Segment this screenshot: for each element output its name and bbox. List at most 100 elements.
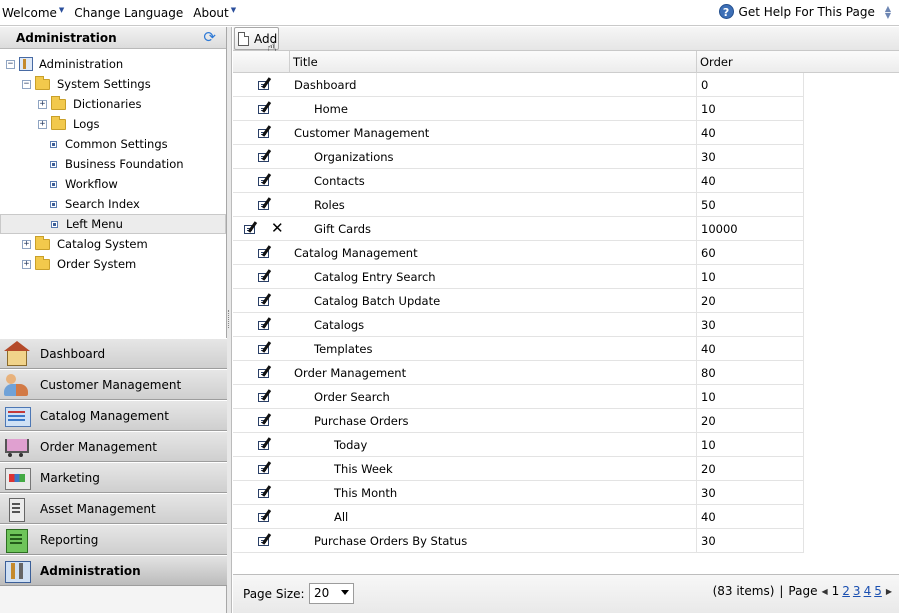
expand-toggle-icon[interactable]: + bbox=[38, 119, 47, 129]
edit-icon[interactable] bbox=[258, 461, 272, 475]
edit-icon[interactable] bbox=[258, 509, 272, 523]
tree-item-catalog-system[interactable]: + Catalog System bbox=[0, 234, 226, 254]
tree-item-search-index[interactable]: Search Index bbox=[0, 194, 226, 214]
nav-reporting[interactable]: Reporting bbox=[0, 524, 227, 555]
nav-label: Customer Management bbox=[40, 377, 182, 392]
edit-icon[interactable] bbox=[258, 533, 272, 547]
cell-divider bbox=[803, 409, 804, 433]
tree-item-administration[interactable]: − Administration bbox=[0, 54, 226, 74]
tree-item-logs[interactable]: + Logs bbox=[0, 114, 226, 134]
edit-icon[interactable] bbox=[258, 437, 272, 451]
table-row: ✕ Gift Cards 10000 bbox=[233, 217, 804, 241]
nav-label: Administration bbox=[40, 563, 141, 578]
edit-icon[interactable] bbox=[258, 293, 272, 307]
settings-node-icon bbox=[51, 220, 58, 228]
collapse-toggle-icon[interactable]: − bbox=[6, 59, 15, 69]
tree-item-system-settings[interactable]: − System Settings bbox=[0, 74, 226, 94]
settings-tree: − Administration − System Settings + Dictiona… bbox=[0, 49, 226, 365]
edit-icon[interactable] bbox=[258, 125, 272, 139]
edit-icon[interactable] bbox=[258, 197, 272, 211]
next-page-icon[interactable]: ▶ bbox=[886, 587, 892, 596]
help-link[interactable]: ? Get Help For This Page ▲ ▼ bbox=[718, 4, 891, 19]
page-link[interactable]: 3 bbox=[853, 584, 861, 598]
cell-divider bbox=[696, 433, 697, 457]
menu-about[interactable]: About ▼ bbox=[193, 6, 236, 20]
cart-icon bbox=[3, 434, 31, 460]
page-size-select[interactable]: 20 bbox=[309, 583, 354, 604]
cell-divider bbox=[696, 313, 697, 337]
nav-order-management[interactable]: Order Management bbox=[0, 431, 227, 462]
delete-icon[interactable]: ✕ bbox=[271, 221, 284, 236]
page-link[interactable]: 5 bbox=[874, 584, 882, 598]
edit-icon[interactable] bbox=[258, 245, 272, 259]
page-link[interactable]: 4 bbox=[864, 584, 872, 598]
nav-label: Marketing bbox=[40, 470, 100, 485]
edit-icon[interactable] bbox=[258, 173, 272, 187]
expand-toggle-icon[interactable]: + bbox=[22, 259, 31, 269]
edit-icon[interactable] bbox=[244, 221, 258, 235]
menu-change-language[interactable]: Change Language bbox=[74, 6, 183, 20]
cell-divider bbox=[803, 313, 804, 337]
refresh-icon[interactable]: ⟳ bbox=[203, 30, 216, 45]
edit-icon[interactable] bbox=[258, 413, 272, 427]
nav-asset-management[interactable]: Asset Management bbox=[0, 493, 227, 524]
row-title: Roles bbox=[314, 198, 345, 212]
panel-splitter[interactable] bbox=[227, 27, 232, 613]
edit-icon[interactable] bbox=[258, 389, 272, 403]
edit-icon[interactable] bbox=[258, 77, 272, 91]
row-order: 40 bbox=[701, 126, 716, 140]
edit-icon[interactable] bbox=[258, 101, 272, 115]
cell-divider bbox=[696, 169, 697, 193]
tree-item-label: Order System bbox=[57, 257, 137, 271]
collapse-toggle-icon[interactable]: ▲ ▼ bbox=[885, 4, 891, 19]
expand-toggle-icon[interactable]: + bbox=[38, 99, 47, 109]
row-title: Purchase Orders By Status bbox=[314, 534, 468, 548]
row-title: Order Search bbox=[314, 390, 390, 404]
edit-icon[interactable] bbox=[258, 317, 272, 331]
people-icon bbox=[3, 372, 31, 398]
cell-divider bbox=[696, 193, 697, 217]
page-link[interactable]: 2 bbox=[842, 584, 850, 598]
tree-item-workflow[interactable]: Workflow bbox=[0, 174, 226, 194]
row-order: 40 bbox=[701, 510, 716, 524]
row-title: Catalog Batch Update bbox=[314, 294, 441, 308]
edit-icon[interactable] bbox=[258, 341, 272, 355]
row-title: Catalog Entry Search bbox=[314, 270, 436, 284]
nav-marketing[interactable]: Marketing bbox=[0, 462, 227, 493]
nav-catalog-management[interactable]: Catalog Management bbox=[0, 400, 227, 431]
nav-dashboard[interactable]: Dashboard bbox=[0, 338, 227, 369]
settings-node-icon bbox=[50, 160, 57, 168]
row-title: Catalog Management bbox=[294, 246, 418, 260]
prev-page-icon[interactable]: ◀ bbox=[821, 587, 827, 596]
tree-item-business-foundation[interactable]: Business Foundation bbox=[0, 154, 226, 174]
asset-icon bbox=[3, 496, 31, 522]
cell-divider bbox=[803, 169, 804, 193]
tree-item-left-menu[interactable]: Left Menu bbox=[0, 214, 226, 234]
edit-icon[interactable] bbox=[258, 485, 272, 499]
menu-welcome[interactable]: Welcome ▼ bbox=[2, 6, 64, 20]
column-header-title[interactable]: Title bbox=[293, 55, 318, 69]
tree-item-order-system[interactable]: + Order System bbox=[0, 254, 226, 274]
row-order: 10 bbox=[701, 438, 716, 452]
page-size-label: Page Size: bbox=[243, 587, 305, 601]
cell-divider bbox=[696, 241, 697, 265]
nav-customer-management[interactable]: Customer Management bbox=[0, 369, 227, 400]
sidebar-header: Administration ⟳ bbox=[0, 27, 226, 49]
top-menu: Welcome ▼ Change Language About ▼ bbox=[2, 6, 246, 20]
row-order: 20 bbox=[701, 462, 716, 476]
table-row: Catalog Management 60 bbox=[233, 241, 804, 265]
nav-administration[interactable]: Administration bbox=[0, 555, 227, 586]
column-separator bbox=[289, 51, 290, 73]
expand-toggle-icon[interactable]: + bbox=[22, 239, 31, 249]
splitter-grip[interactable] bbox=[228, 310, 230, 328]
cell-divider bbox=[803, 97, 804, 121]
tree-item-dictionaries[interactable]: + Dictionaries bbox=[0, 94, 226, 114]
edit-icon[interactable] bbox=[258, 365, 272, 379]
edit-icon[interactable] bbox=[258, 269, 272, 283]
column-header-order[interactable]: Order bbox=[700, 55, 733, 69]
pager: Page Size: 20 (83 items) | Page ◀ 1 2 3 … bbox=[233, 574, 899, 613]
tree-item-common-settings[interactable]: Common Settings bbox=[0, 134, 226, 154]
edit-icon[interactable] bbox=[258, 149, 272, 163]
collapse-toggle-icon[interactable]: − bbox=[22, 79, 31, 89]
current-page: 1 bbox=[831, 584, 840, 598]
